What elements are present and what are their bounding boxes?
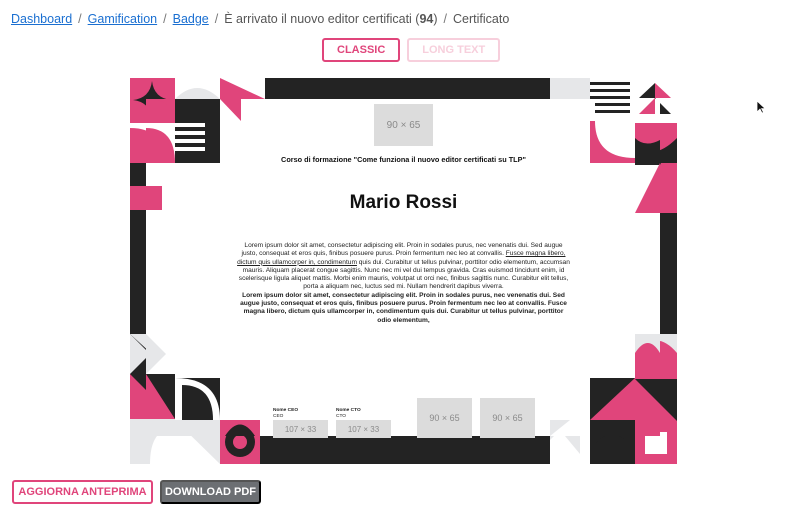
breadcrumb-separator: / <box>214 12 219 26</box>
breadcrumb-course-label: È arrivato il nuovo editor certificati ( <box>224 12 420 26</box>
signature-ceo: Nome CEO CEO <box>273 408 298 419</box>
breadcrumb-dashboard[interactable]: Dashboard <box>11 12 72 26</box>
long-text-mode-button[interactable]: LONG TEXT <box>407 38 501 62</box>
signature-cto: Nome CTO CTO <box>336 408 361 419</box>
refresh-preview-button[interactable]: AGGIORNA ANTEPRIMA <box>12 480 153 504</box>
action-bar: AGGIORNA ANTEPRIMA DOWNLOAD PDF <box>12 480 261 504</box>
signature-role: Nome CTO <box>336 408 361 413</box>
classic-mode-button[interactable]: CLASSIC <box>322 38 401 62</box>
certificate-content: 90 × 65 Corso di formazione "Come funzio… <box>130 78 677 464</box>
mouse-cursor-icon <box>756 100 766 114</box>
signature-title: CEO <box>273 413 284 419</box>
template-mode-tabs: CLASSIC LONG TEXT <box>322 38 501 62</box>
breadcrumb-gamification[interactable]: Gamification <box>88 12 157 26</box>
breadcrumb-separator: / <box>443 12 448 26</box>
body-text-bold: Lorem ipsum dolor sit amet, consectetur … <box>240 291 567 324</box>
signature-cto-placeholder: 107 × 33 <box>336 420 391 438</box>
breadcrumb-separator: / <box>163 12 167 26</box>
signature-role: Nome CEO <box>273 408 299 413</box>
course-title: Corso di formazione "Come funziona il nu… <box>281 155 526 164</box>
breadcrumb-separator: / <box>78 12 82 26</box>
logo-placeholder: 90 × 65 <box>374 104 433 146</box>
breadcrumb: Dashboard / Gamification / Badge / È arrivato … <box>11 12 509 26</box>
breadcrumb-course: È arrivato il nuovo editor certificati (… <box>224 12 437 26</box>
signature-title: CTO <box>336 413 347 419</box>
signature-ceo-placeholder: 107 × 33 <box>273 420 328 438</box>
certificate-body-text: Lorem ipsum dolor sit amet, consectetur … <box>237 242 570 325</box>
download-pdf-button[interactable]: DOWNLOAD PDF <box>160 480 261 504</box>
stamp-placeholder: 90 × 65 <box>417 398 472 438</box>
breadcrumb-course-count: 94 <box>419 12 434 26</box>
breadcrumb-course-suffix: ) <box>433 12 438 26</box>
breadcrumb-badge[interactable]: Badge <box>173 12 209 26</box>
recipient-name: Mario Rossi <box>349 192 458 213</box>
stamp-placeholder: 90 × 65 <box>480 398 535 438</box>
breadcrumb-current: Certificato <box>453 12 510 26</box>
